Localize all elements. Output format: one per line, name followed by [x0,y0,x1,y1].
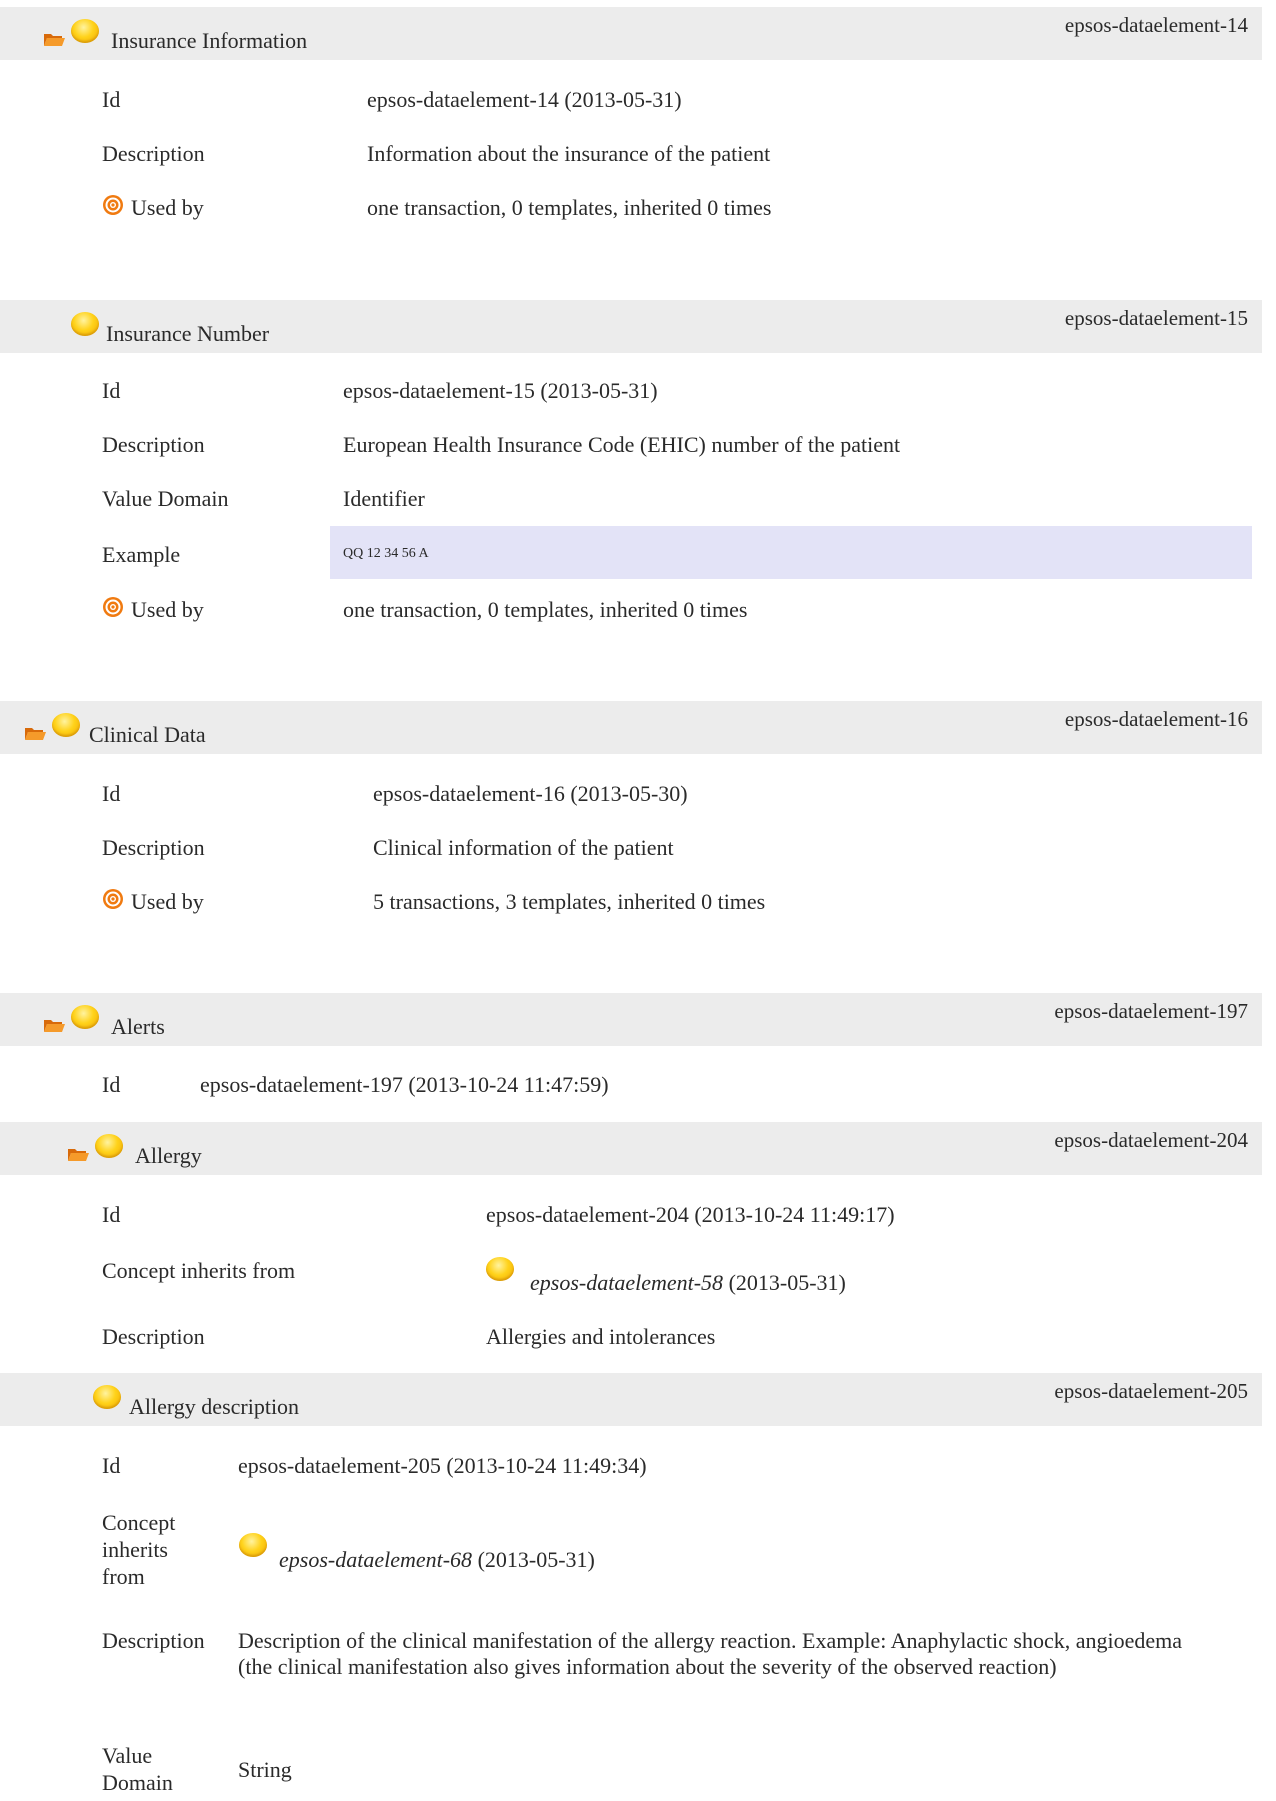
value-concept-inherits: epsos-dataelement-58 (2013-05-31) [530,1270,846,1296]
concept-ball-icon [486,1257,514,1281]
value-id: epsos-dataelement-14 (2013-05-31) [367,87,682,112]
value-description: Clinical information of the patient [373,835,674,860]
value-example: QQ 12 34 56 A [343,546,429,561]
section-header-allergy-description[interactable]: Allergy description epsos-dataelement-20… [0,1373,1262,1426]
label-used-by: Used by [131,597,204,622]
value-id: epsos-dataelement-15 (2013-05-31) [343,378,658,403]
value-used-by: one transaction, 0 templates, inherited … [343,597,748,622]
section-title: Alerts [111,1014,165,1039]
section-id: epsos-dataelement-16 [1064,707,1248,731]
label-id: Id [102,87,121,112]
value-concept-inherits: epsos-dataelement-68 (2013-05-31) [279,1547,595,1573]
value-description: Allergies and intolerances [486,1324,716,1349]
label-concept-inherits: Concept inherits from [102,1510,176,1589]
label-example: Example [102,542,181,567]
value-id: epsos-dataelement-16 (2013-05-30) [373,781,688,806]
section-id: epsos-dataelement-204 [1054,1128,1248,1152]
value-description: Description of the clinical manifestatio… [238,1628,1183,1679]
value-used-by: one transaction, 0 templates, inherited … [367,195,772,220]
section-title: Insurance Information [111,28,308,53]
value-value-domain: Identifier [343,486,425,511]
concept-ball-icon [95,1134,123,1158]
label-description: Description [102,1324,205,1349]
label-description: Description [102,432,205,457]
label-description: Description [102,141,205,166]
concept-ball-icon [52,713,80,737]
concept-ball-icon [93,1385,121,1409]
inherited-concept-link[interactable]: epsos-dataelement-68 [279,1547,472,1572]
section-header-insurance-number[interactable]: Insurance Number epsos-dataelement-15 [0,300,1262,353]
label-value-domain: Value Domain [102,1743,173,1795]
value-description: European Health Insurance Code (EHIC) nu… [343,432,901,457]
inherited-concept-link[interactable]: epsos-dataelement-58 [530,1270,723,1295]
folder-open-icon[interactable] [24,725,46,741]
value-value-domain: String [238,1757,292,1782]
section-header-alerts[interactable]: Alerts epsos-dataelement-197 [0,993,1262,1046]
target-icon [103,597,123,617]
folder-open-icon[interactable] [43,1017,65,1033]
section-title: Clinical Data [89,722,206,747]
label-id: Id [102,1202,121,1227]
section-header-allergy[interactable]: Allergy epsos-dataelement-204 [0,1122,1262,1175]
target-icon [103,195,123,215]
label-concept-inherits: Concept inherits from [102,1258,296,1283]
target-icon [103,889,123,909]
label-id: Id [102,378,121,403]
concept-ball-icon [71,312,99,336]
section-id: epsos-dataelement-205 [1054,1379,1248,1403]
folder-open-icon[interactable] [43,31,65,47]
label-used-by: Used by [131,195,204,220]
concept-ball-icon [71,19,99,43]
concept-ball-icon [239,1533,267,1557]
section-title: Allergy description [129,1394,300,1419]
value-id: epsos-dataelement-204 (2013-10-24 11:49:… [486,1202,895,1227]
value-description: Information about the insurance of the p… [367,141,771,166]
section-title: Insurance Number [106,321,270,346]
label-id: Id [102,1453,121,1478]
label-id: Id [102,781,121,806]
section-header-insurance-information[interactable]: Insurance Information epsos-dataelement-… [0,7,1262,60]
value-id: epsos-dataelement-197 (2013-10-24 11:47:… [200,1072,609,1097]
concept-ball-icon [71,1005,99,1029]
label-description: Description [102,1628,205,1653]
section-id: epsos-dataelement-197 [1054,999,1248,1023]
label-description: Description [102,835,205,860]
example-box [330,526,1252,579]
section-id: epsos-dataelement-15 [1064,306,1248,330]
section-id: epsos-dataelement-14 [1064,13,1248,37]
inherited-concept-date: (2013-05-31) [477,1547,595,1572]
value-used-by: 5 transactions, 3 templates, inherited 0… [373,889,766,914]
section-header-clinical-data[interactable]: Clinical Data epsos-dataelement-16 [0,701,1262,754]
label-id: Id [102,1072,121,1097]
inherited-concept-date: (2013-05-31) [728,1270,846,1295]
label-value-domain: Value Domain [102,486,229,511]
label-used-by: Used by [131,889,204,914]
value-id: epsos-dataelement-205 (2013-10-24 11:49:… [238,1453,647,1478]
section-title: Allergy [135,1143,202,1168]
folder-open-icon[interactable] [67,1146,89,1162]
